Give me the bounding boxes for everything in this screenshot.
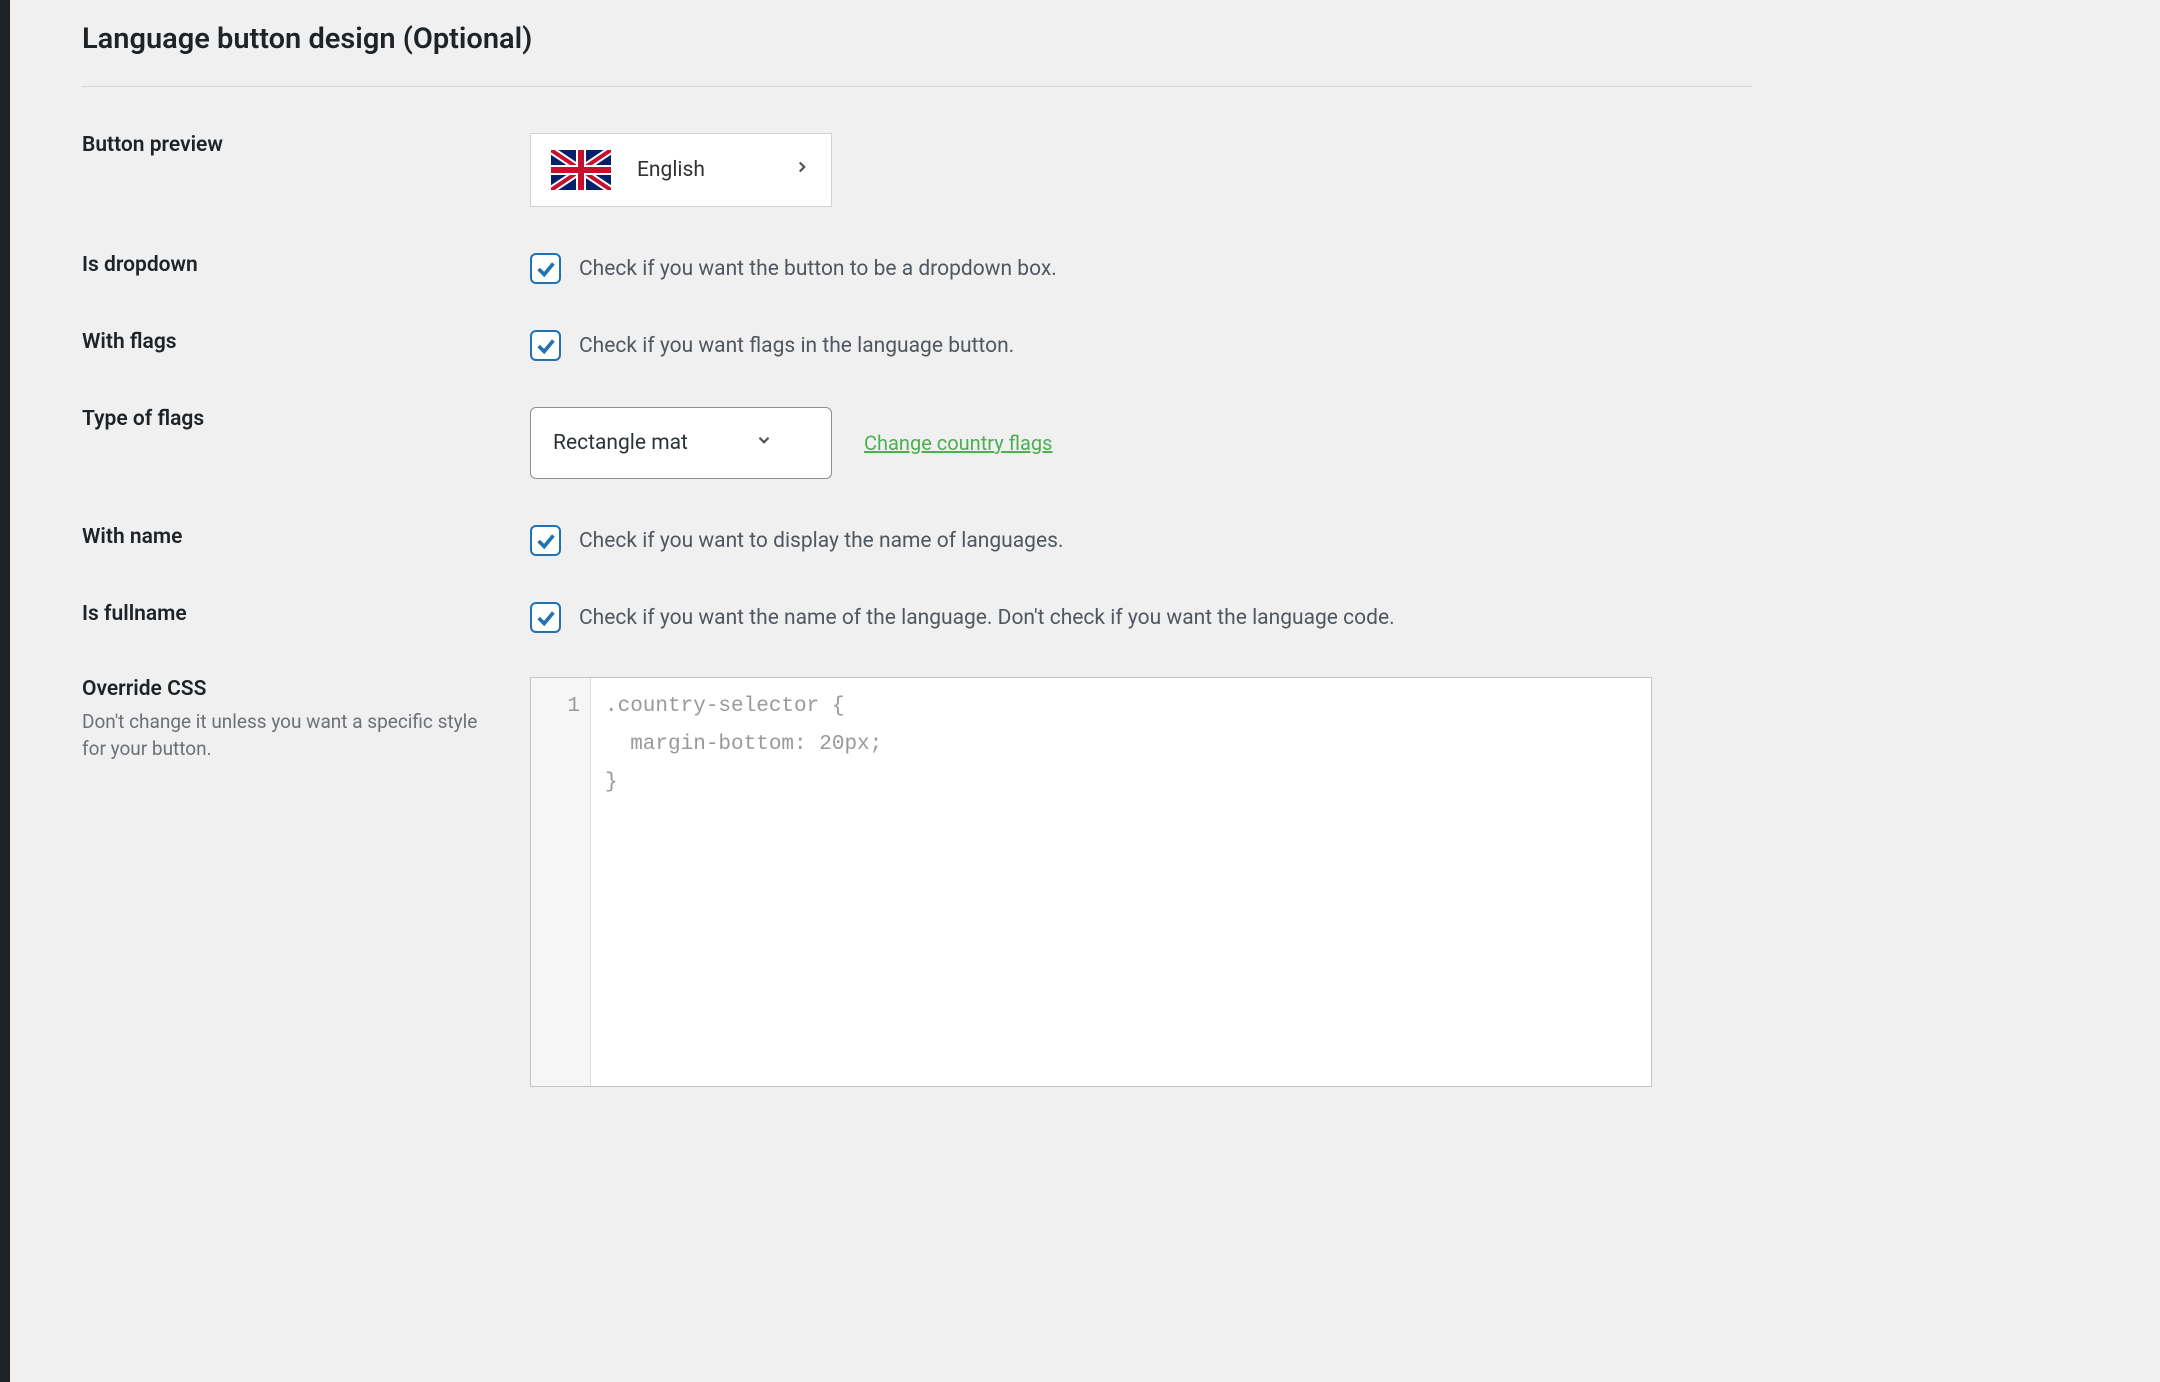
- checkbox-dropdown-label: Check if you want the button to be a dro…: [579, 257, 1057, 281]
- chevron-down-icon: [755, 431, 773, 455]
- row-label-flags: With flags: [82, 284, 530, 361]
- row-sublabel-override: Don't change it unless you want a specif…: [82, 709, 500, 762]
- flag-type-select[interactable]: Rectangle mat: [530, 407, 832, 479]
- row-label-preview: Button preview: [82, 87, 530, 207]
- admin-sidebar-strip: [0, 0, 10, 1382]
- checkbox-flags[interactable]: [530, 330, 561, 361]
- row-label-fullname: Is fullname: [82, 556, 530, 633]
- checkbox-dropdown[interactable]: [530, 253, 561, 284]
- row-label-dropdown: Is dropdown: [82, 207, 530, 284]
- override-css-editor[interactable]: 1 .country-selector { margin-bottom: 20p…: [530, 677, 1652, 1087]
- section-title: Language button design (Optional): [82, 22, 1820, 86]
- checkbox-withname[interactable]: [530, 525, 561, 556]
- checkbox-fullname[interactable]: [530, 602, 561, 633]
- checkbox-withname-label: Check if you want to display the name of…: [579, 529, 1063, 553]
- chevron-right-icon: [793, 158, 811, 182]
- preview-language-text: English: [637, 158, 705, 182]
- uk-flag-icon: [551, 150, 637, 190]
- line-number: 1: [531, 688, 580, 726]
- change-country-flags-link[interactable]: Change country flags: [864, 431, 1052, 455]
- checkbox-fullname-label: Check if you want the name of the langua…: [579, 606, 1395, 630]
- flag-type-select-value: Rectangle mat: [553, 431, 688, 455]
- code-gutter: 1: [531, 678, 591, 1086]
- row-label-withname: With name: [82, 479, 530, 556]
- checkbox-flags-label: Check if you want flags in the language …: [579, 334, 1014, 358]
- code-content: .country-selector { margin-bottom: 20px;…: [591, 678, 1651, 1086]
- row-label-override: Override CSS: [82, 677, 206, 701]
- button-preview[interactable]: English: [530, 133, 832, 207]
- row-label-flag-type: Type of flags: [82, 361, 530, 479]
